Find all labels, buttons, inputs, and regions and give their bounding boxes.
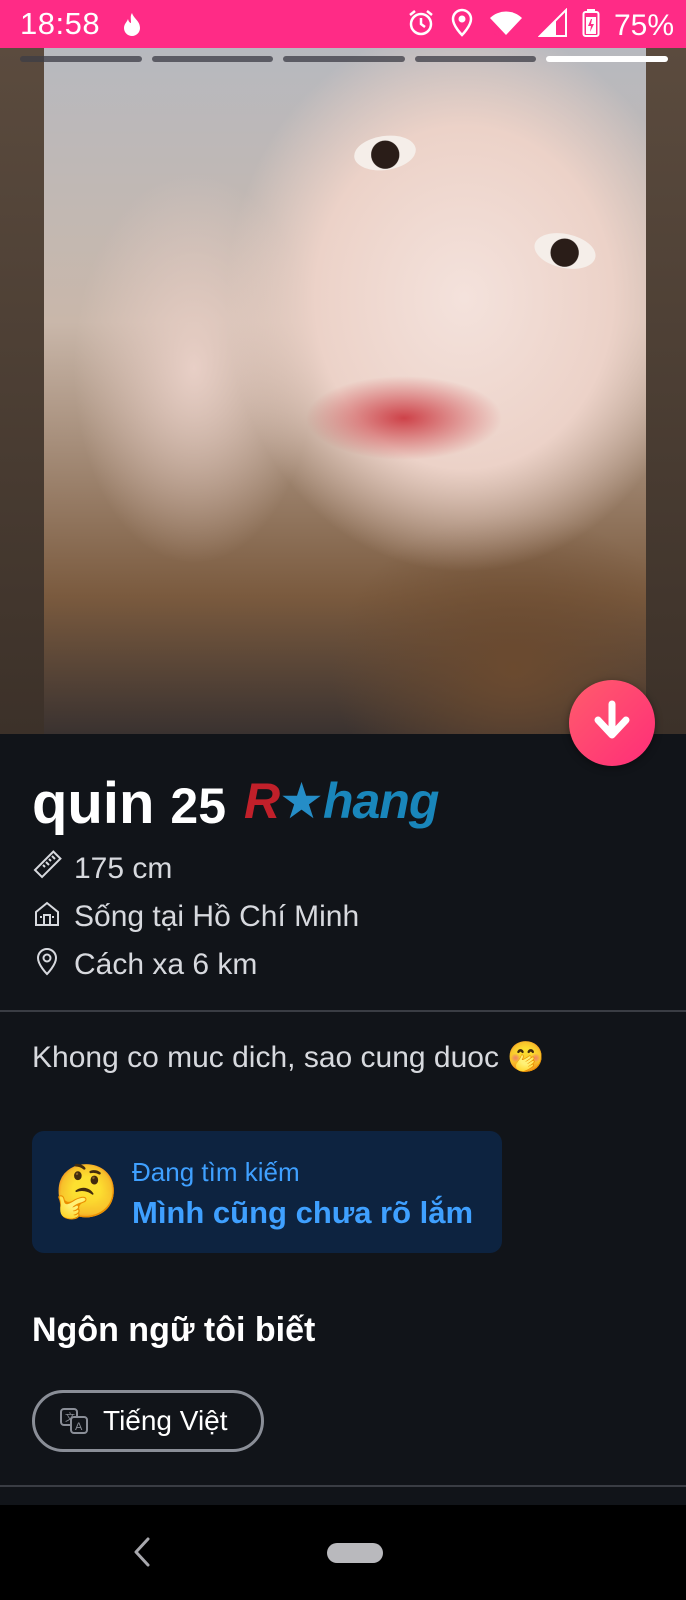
divider [0,1010,686,1012]
photo-progress-segment[interactable] [283,56,405,62]
wifi-icon: 4 [488,8,524,43]
photo-eye-right [531,227,599,275]
location-icon [450,8,474,43]
tinder-flame-icon [120,11,144,44]
languages-title: Ngôn ngữ tôi biết [32,1311,316,1349]
profile-photo-area[interactable] [0,48,686,734]
photo-progress-segment[interactable] [414,56,537,62]
status-time: 18:58 [20,6,101,41]
translate-icon: 文A [59,1406,89,1436]
profile-photo[interactable] [44,48,646,734]
watermark-logo: R★hang [244,773,439,829]
photo-progress-segment-active[interactable] [546,56,668,62]
photo-eye-left [351,131,419,175]
lives-in-row: Sống tại Hồ Chí Minh [32,898,359,936]
back-icon[interactable] [130,1535,154,1574]
name-age-row: quin 25 [32,770,226,837]
thinking-face-icon: 🤔 [54,1163,119,1221]
collapse-profile-button[interactable] [569,680,655,766]
ruler-icon [32,850,62,888]
language-label: Tiếng Việt [103,1405,228,1436]
language-chip: 文A Tiếng Việt [32,1390,264,1452]
looking-for-card: 🤔 Đang tìm kiếm Mình cũng chưa rõ lắm [32,1131,502,1253]
home-icon [32,898,62,936]
svg-text:4: 4 [494,28,500,38]
photo-progress-bar [20,56,668,62]
home-pill-button[interactable] [327,1543,383,1563]
divider [0,1485,686,1487]
photo-progress-segment[interactable] [20,56,142,62]
looking-for-label: Đang tìm kiếm [132,1157,300,1187]
profile-age: 25 [170,778,227,834]
signal-icon [537,7,568,43]
battery-percent: 75% [613,8,674,42]
bio-text: Khong co muc dich, sao cung duoc 🤭 [32,1041,545,1074]
system-nav-bar [0,1505,686,1600]
distance-row: Cách xa 6 km [32,946,257,984]
location-pin-icon [32,946,62,984]
status-icons: 4 75% [406,7,674,43]
height-text: 175 cm [74,852,173,885]
photo-progress-segment[interactable] [151,56,274,62]
lives-in-text: Sống tại Hồ Chí Minh [74,900,360,933]
height-row: 175 cm [32,850,172,888]
star-icon: ★ [279,773,324,829]
svg-text:A: A [75,1421,83,1433]
arrow-down-icon [592,700,632,747]
looking-for-value: Mình cũng chưa rõ lắm [132,1195,474,1230]
distance-text: Cách xa 6 km [74,948,258,981]
status-bar: 18:58 4 75% [0,0,686,48]
profile-name: quin [32,771,155,836]
alarm-icon [406,8,436,43]
battery-icon [582,8,600,43]
